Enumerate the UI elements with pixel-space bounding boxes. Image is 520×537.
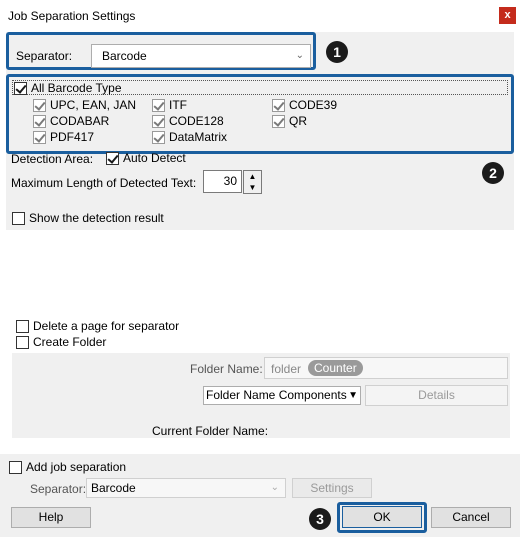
auto-detect-check-icon: [106, 152, 119, 166]
counter-token: Counter: [308, 360, 363, 376]
barcode-type-label: DataMatrix: [169, 130, 228, 144]
chevron-down-icon: ⌄: [295, 50, 304, 61]
title-bar: Job Separation Settings x: [0, 0, 520, 32]
barcode-type-code39[interactable]: CODE39: [272, 98, 338, 113]
checkbox-icon: [12, 212, 25, 226]
separator-label: Separator:: [16, 49, 73, 63]
check-icon: [152, 131, 165, 145]
barcode-type-label: UPC, EAN, JAN: [50, 98, 137, 112]
folder-name-label: Folder Name:: [190, 362, 263, 376]
auto-detect-checkbox[interactable]: Auto Detect: [106, 151, 186, 166]
max-length-spinner[interactable]: ▲ ▼: [243, 170, 262, 194]
barcode-type-pdf417[interactable]: PDF417: [33, 130, 95, 145]
barcode-type-label: CODE39: [289, 98, 338, 112]
barcode-type-upc[interactable]: UPC, EAN, JAN: [33, 98, 137, 113]
auto-detect-label: Auto Detect: [123, 151, 186, 165]
check-icon: [272, 115, 285, 129]
barcode-type-code128[interactable]: CODE128: [152, 114, 224, 129]
separator-select[interactable]: Barcode ⌄: [91, 44, 311, 68]
close-button[interactable]: x: [499, 7, 516, 24]
callout-badge-2: 2: [482, 162, 504, 184]
callout-badge-1: 1: [326, 41, 348, 63]
folder-name-value: folder: [271, 362, 302, 376]
cancel-button[interactable]: Cancel: [431, 507, 511, 528]
checkbox-icon: [16, 320, 29, 334]
create-folder-label: Create Folder: [33, 335, 107, 349]
check-icon: [272, 99, 285, 113]
folder-components-value: Folder Name Components: [206, 388, 347, 402]
barcode-type-label: QR: [289, 114, 307, 128]
chevron-down-icon: ⌄: [270, 482, 279, 493]
settings-button[interactable]: Settings: [292, 478, 372, 498]
spin-down-icon[interactable]: ▼: [244, 182, 261, 193]
callout-badge-3: 3: [309, 508, 331, 530]
checkbox-icon: [16, 336, 29, 350]
barcode-type-itf[interactable]: ITF: [152, 98, 187, 113]
folder-name-input[interactable]: folder Counter: [264, 357, 508, 379]
barcode-type-label: PDF417: [50, 130, 95, 144]
spin-up-icon[interactable]: ▲: [244, 171, 261, 182]
delete-page-checkbox[interactable]: Delete a page for separator: [16, 319, 180, 334]
check-icon: [152, 99, 165, 113]
details-button[interactable]: Details: [365, 385, 508, 406]
all-barcode-label: All Barcode Type: [31, 81, 122, 95]
show-result-label: Show the detection result: [29, 211, 164, 225]
check-icon: [33, 99, 46, 113]
job-separator-value: Barcode: [91, 481, 136, 495]
show-result-checkbox[interactable]: Show the detection result: [12, 211, 164, 226]
folder-components-select[interactable]: Folder Name Components ▼: [203, 386, 361, 405]
window-title: Job Separation Settings: [8, 9, 136, 23]
job-separator-select[interactable]: Barcode ⌄: [86, 478, 286, 498]
max-length-input[interactable]: 30: [203, 170, 242, 193]
barcode-type-label: CODE128: [169, 114, 224, 128]
dropdown-arrow-icon: ▼: [348, 390, 358, 401]
delete-page-label: Delete a page for separator: [33, 319, 180, 333]
barcode-type-datamatrix[interactable]: DataMatrix: [152, 130, 228, 145]
current-folder-label: Current Folder Name:: [152, 424, 269, 438]
add-job-label: Add job separation: [26, 460, 127, 474]
detection-area-label: Detection Area:: [11, 152, 94, 166]
create-folder-checkbox[interactable]: Create Folder: [16, 335, 107, 350]
all-barcode-check-icon: [14, 82, 27, 96]
help-button[interactable]: Help: [11, 507, 91, 528]
check-icon: [33, 131, 46, 145]
barcode-type-label: CODABAR: [50, 114, 110, 128]
barcode-type-label: ITF: [169, 98, 187, 112]
barcode-type-codabar[interactable]: CODABAR: [33, 114, 110, 129]
max-length-label: Maximum Length of Detected Text:: [11, 176, 197, 190]
check-icon: [152, 115, 165, 129]
all-barcode-checkbox[interactable]: All Barcode Type: [14, 81, 122, 96]
separator-select-value: Barcode: [102, 49, 147, 63]
check-icon: [33, 115, 46, 129]
ok-button[interactable]: OK: [342, 506, 422, 528]
add-job-checkbox[interactable]: Add job separation: [9, 460, 127, 475]
job-separator-label: Separator:: [30, 482, 87, 496]
checkbox-icon: [9, 461, 22, 475]
barcode-type-qr[interactable]: QR: [272, 114, 307, 129]
